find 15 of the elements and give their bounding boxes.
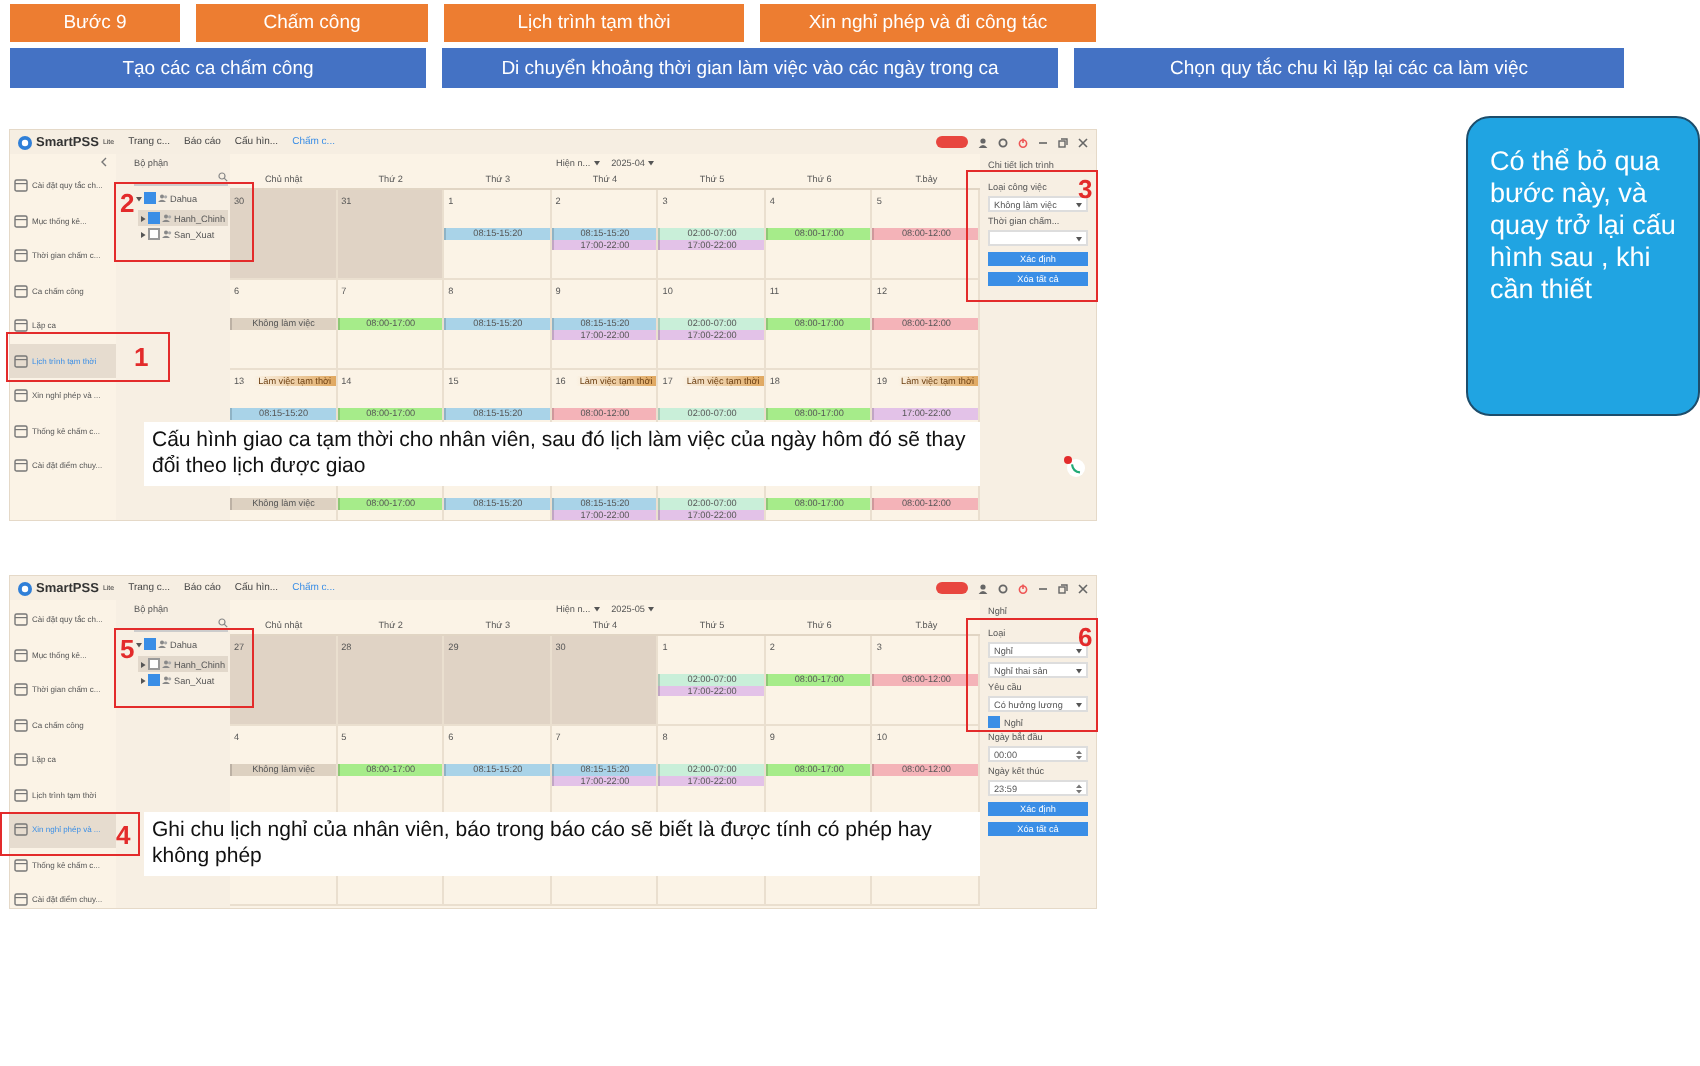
step-label: Di chuyển khoảng thời gian làm việc vào các ngày trong ca xyxy=(442,48,1058,88)
step-number: 2 xyxy=(120,190,135,216)
step-number: 5 xyxy=(120,636,135,662)
tip-callout: Có thể bỏ qua bước này, và quay trở lại cấu hình sau , khi cần thiết xyxy=(1466,116,1700,416)
step-label: Lịch trình tạm thời xyxy=(444,4,744,42)
step-number: 1 xyxy=(134,344,149,370)
step-number: 4 xyxy=(116,822,131,848)
step-label: Tạo các ca chấm công xyxy=(10,48,426,88)
step-label: Bước 9 xyxy=(10,4,180,42)
step-number: 3 xyxy=(1078,176,1093,202)
annotation-tooltip: Cấu hình giao ca tạm thời cho nhân viên, sau đó lịch làm việc của ngày hôm đó sẽ thay đổi theo lịch được giao xyxy=(144,422,980,486)
step-label: Chấm công xyxy=(196,4,428,42)
step-label: Chọn quy tắc chu kì lặp lại các ca làm việc xyxy=(1074,48,1624,88)
annotation-tooltip: Ghi chu lịch nghỉ của nhân viên, báo trong báo cáo sẽ biết là được tính có phép hay không phép xyxy=(144,812,980,876)
step-label: Xin nghỉ phép và đi công tác xyxy=(760,4,1096,42)
